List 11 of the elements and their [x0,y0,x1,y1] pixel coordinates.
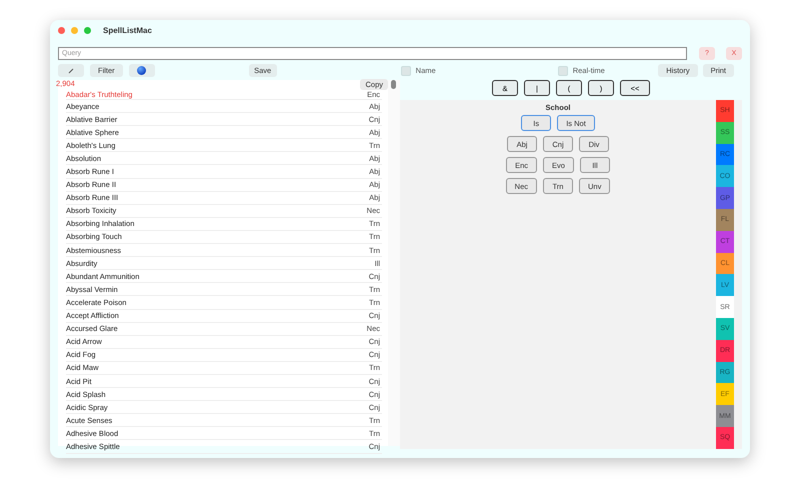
edit-button[interactable] [58,64,84,77]
pencil-icon [68,68,74,74]
minimize-window-icon[interactable] [71,26,78,34]
window-title: SpellListMac [103,26,152,34]
globe-icon [137,66,146,75]
scroll-thumb[interactable] [391,80,396,89]
zoom-window-icon[interactable] [84,26,91,34]
close-window-icon[interactable] [58,26,65,34]
checkbox[interactable] [558,66,568,76]
globe-button[interactable] [128,64,155,77]
checkbox[interactable] [400,66,411,76]
